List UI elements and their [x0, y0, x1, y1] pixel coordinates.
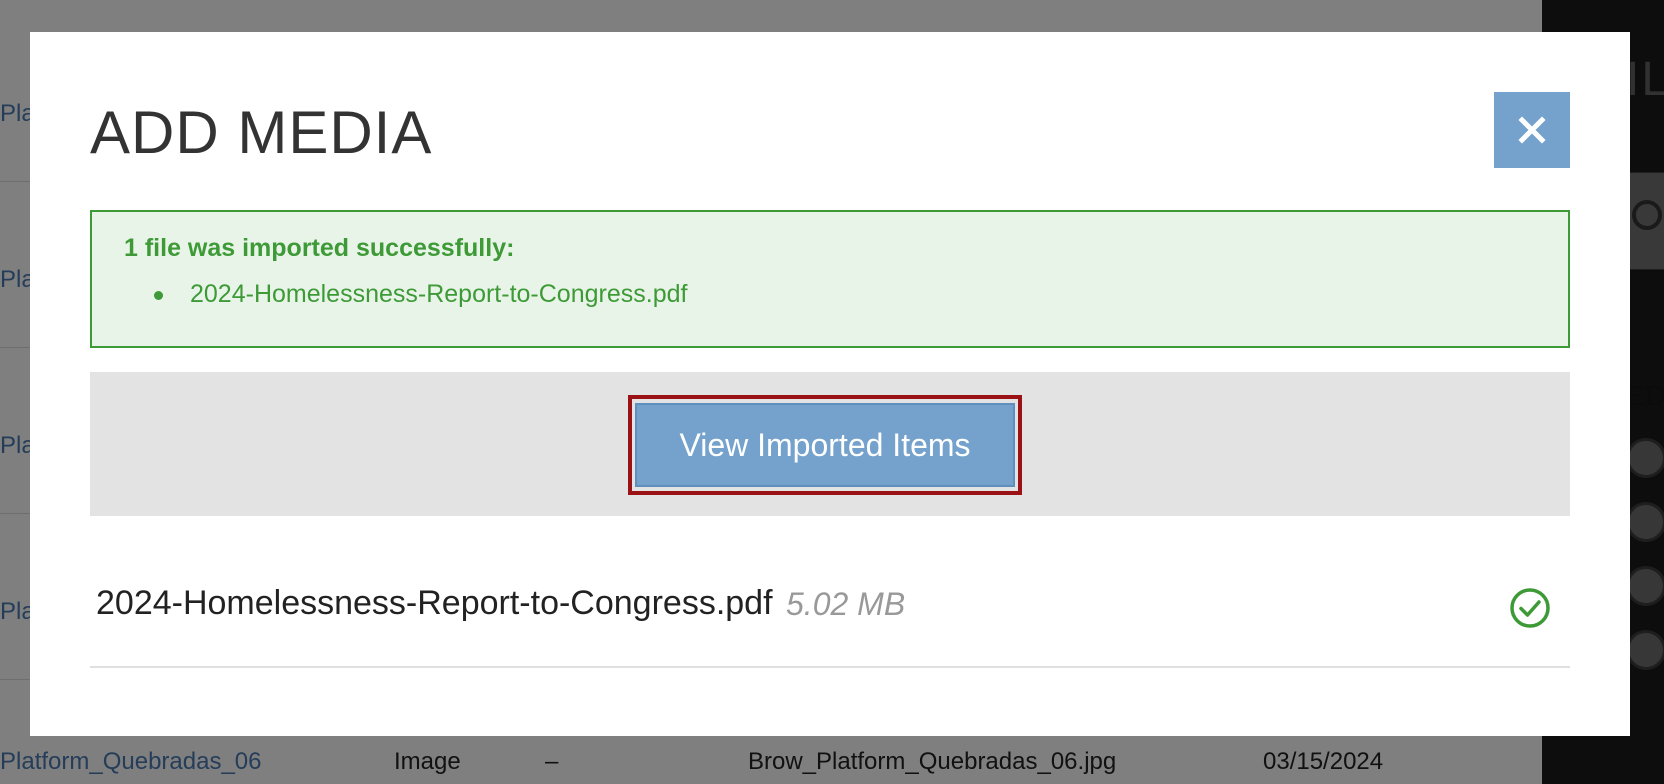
uploaded-file-name: 2024-Homelessness-Report-to-Congress.pdf — [96, 584, 773, 622]
close-button[interactable] — [1494, 92, 1570, 168]
add-media-modal: ADD MEDIA 1 file was imported successful… — [30, 32, 1630, 736]
success-message: 1 file was imported successfully: 2024-H… — [90, 210, 1570, 348]
uploaded-file-row: 2024-Homelessness-Report-to-Congress.pdf… — [90, 562, 1570, 668]
check-circle-icon — [1510, 588, 1550, 628]
close-icon — [1518, 116, 1546, 144]
view-imported-items-button[interactable]: View Imported Items — [635, 403, 1015, 487]
imported-files-list: 2024-Homelessness-Report-to-Congress.pdf — [152, 280, 687, 309]
imported-file-item: 2024-Homelessness-Report-to-Congress.pdf — [152, 280, 687, 309]
bullet-icon — [154, 291, 163, 300]
modal-title: ADD MEDIA — [90, 99, 433, 166]
success-heading: 1 file was imported successfully: — [124, 234, 515, 262]
action-bar: View Imported Items — [90, 372, 1570, 516]
uploaded-file-size: 5.02 MB — [786, 586, 906, 622]
imported-file-name: 2024-Homelessness-Report-to-Congress.pdf — [190, 280, 688, 308]
